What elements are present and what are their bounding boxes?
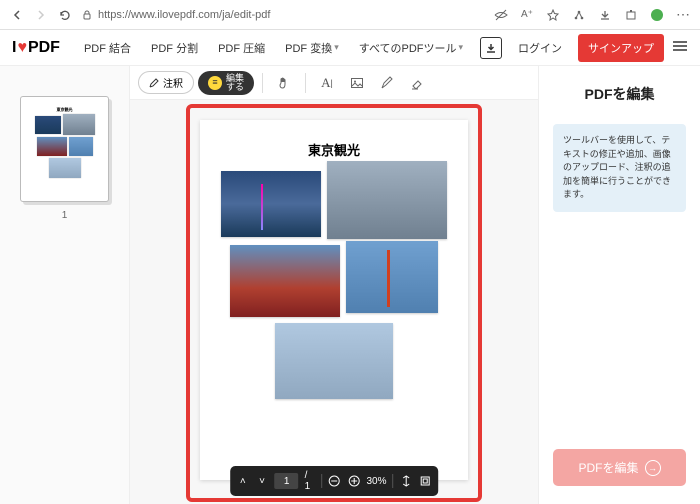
thumbnails-sidebar: 東京観光 1 <box>0 66 130 504</box>
edit-pdf-button[interactable]: PDFを編集 → <box>553 449 686 486</box>
page-thumbnail[interactable]: 東京観光 <box>20 96 109 202</box>
editor-toolbar: 注釈 ≡ 編集する A| <box>130 66 538 100</box>
page-image[interactable] <box>230 245 340 317</box>
annotate-button[interactable]: 注釈 <box>138 71 194 94</box>
nav-split[interactable]: PDF 分割 <box>143 36 206 60</box>
edit-button[interactable]: ≡ 編集する <box>198 71 254 95</box>
zoom-in-icon[interactable] <box>347 474 360 488</box>
eye-icon[interactable] <box>494 8 508 22</box>
page-controls: ˄ ˅ / 1 30% <box>230 466 438 496</box>
download-icon[interactable] <box>598 8 612 22</box>
fullscreen-icon[interactable] <box>419 474 432 488</box>
edit-circle-icon: ≡ <box>208 76 222 90</box>
page-image[interactable] <box>221 171 321 237</box>
chevron-down-icon: ▾ <box>334 42 339 53</box>
font-icon[interactable]: A⁺ <box>520 8 534 22</box>
zoom-out-icon[interactable] <box>328 474 341 488</box>
nav-all[interactable]: すべてのPDFツール▾ <box>351 36 471 60</box>
star-icon[interactable] <box>546 8 560 22</box>
signup-button[interactable]: サインアップ <box>578 34 664 62</box>
page-image[interactable] <box>275 323 393 399</box>
extension-icon[interactable] <box>624 8 638 22</box>
page-image[interactable] <box>327 161 447 239</box>
download-button[interactable] <box>480 37 502 59</box>
menu-icon[interactable] <box>672 39 688 57</box>
reload-icon[interactable] <box>58 8 72 22</box>
right-panel: PDFを編集 ツールバーを使用して、テキストの修正や追加、画像のアップロード、注… <box>538 66 700 504</box>
nav-merge[interactable]: PDF 結合 <box>76 36 139 60</box>
nav-convert[interactable]: PDF 変換▾ <box>277 36 347 60</box>
chevron-down-icon: ▾ <box>459 42 464 53</box>
panel-title: PDFを編集 <box>553 84 686 104</box>
arrow-right-icon: → <box>645 460 661 476</box>
page-prev-icon[interactable]: ˄ <box>236 474 249 488</box>
thumb-page-number: 1 <box>20 210 109 221</box>
fit-height-icon[interactable] <box>399 474 412 488</box>
page-input[interactable] <box>275 473 299 489</box>
page-image[interactable] <box>346 241 438 313</box>
pdf-page[interactable]: 東京観光 <box>200 120 468 480</box>
text-tool-icon[interactable]: A| <box>314 70 340 96</box>
zoom-level: 30% <box>366 476 386 487</box>
page-next-icon[interactable]: ˅ <box>255 474 268 488</box>
forward-icon[interactable] <box>34 8 48 22</box>
draw-tool-icon[interactable] <box>374 70 400 96</box>
browser-bar: https://www.ilovepdf.com/ja/edit-pdf A⁺ … <box>0 0 700 30</box>
page-title: 東京観光 <box>210 140 458 159</box>
login-link[interactable]: ログイン <box>510 36 570 60</box>
url-text: https://www.ilovepdf.com/ja/edit-pdf <box>98 9 270 21</box>
hub-icon[interactable] <box>572 8 586 22</box>
nav-compress[interactable]: PDF 圧縮 <box>210 36 273 60</box>
heart-icon: ♥ <box>17 39 27 57</box>
more-icon[interactable]: ⋯ <box>676 8 690 22</box>
back-icon[interactable] <box>10 8 24 22</box>
image-tool-icon[interactable] <box>344 70 370 96</box>
canvas[interactable]: 東京観光 ˄ ˅ / 1 30% <box>130 100 538 504</box>
app-nav: I ♥ PDF PDF 結合 PDF 分割 PDF 圧縮 PDF 変換▾ すべて… <box>0 30 700 66</box>
pencil-icon <box>149 78 159 88</box>
logo[interactable]: I ♥ PDF <box>12 39 60 57</box>
url-bar[interactable]: https://www.ilovepdf.com/ja/edit-pdf <box>82 9 270 21</box>
profile-icon[interactable] <box>650 8 664 22</box>
hand-tool-icon[interactable] <box>271 70 297 96</box>
editor-area: 注釈 ≡ 編集する A| 東京観光 <box>130 66 538 504</box>
lock-icon <box>82 10 92 20</box>
page-total: / 1 <box>305 470 315 492</box>
erase-tool-icon[interactable] <box>404 70 430 96</box>
tip-box: ツールバーを使用して、テキストの修正や追加、画像のアップロード、注釈の追加を簡単… <box>553 124 686 212</box>
